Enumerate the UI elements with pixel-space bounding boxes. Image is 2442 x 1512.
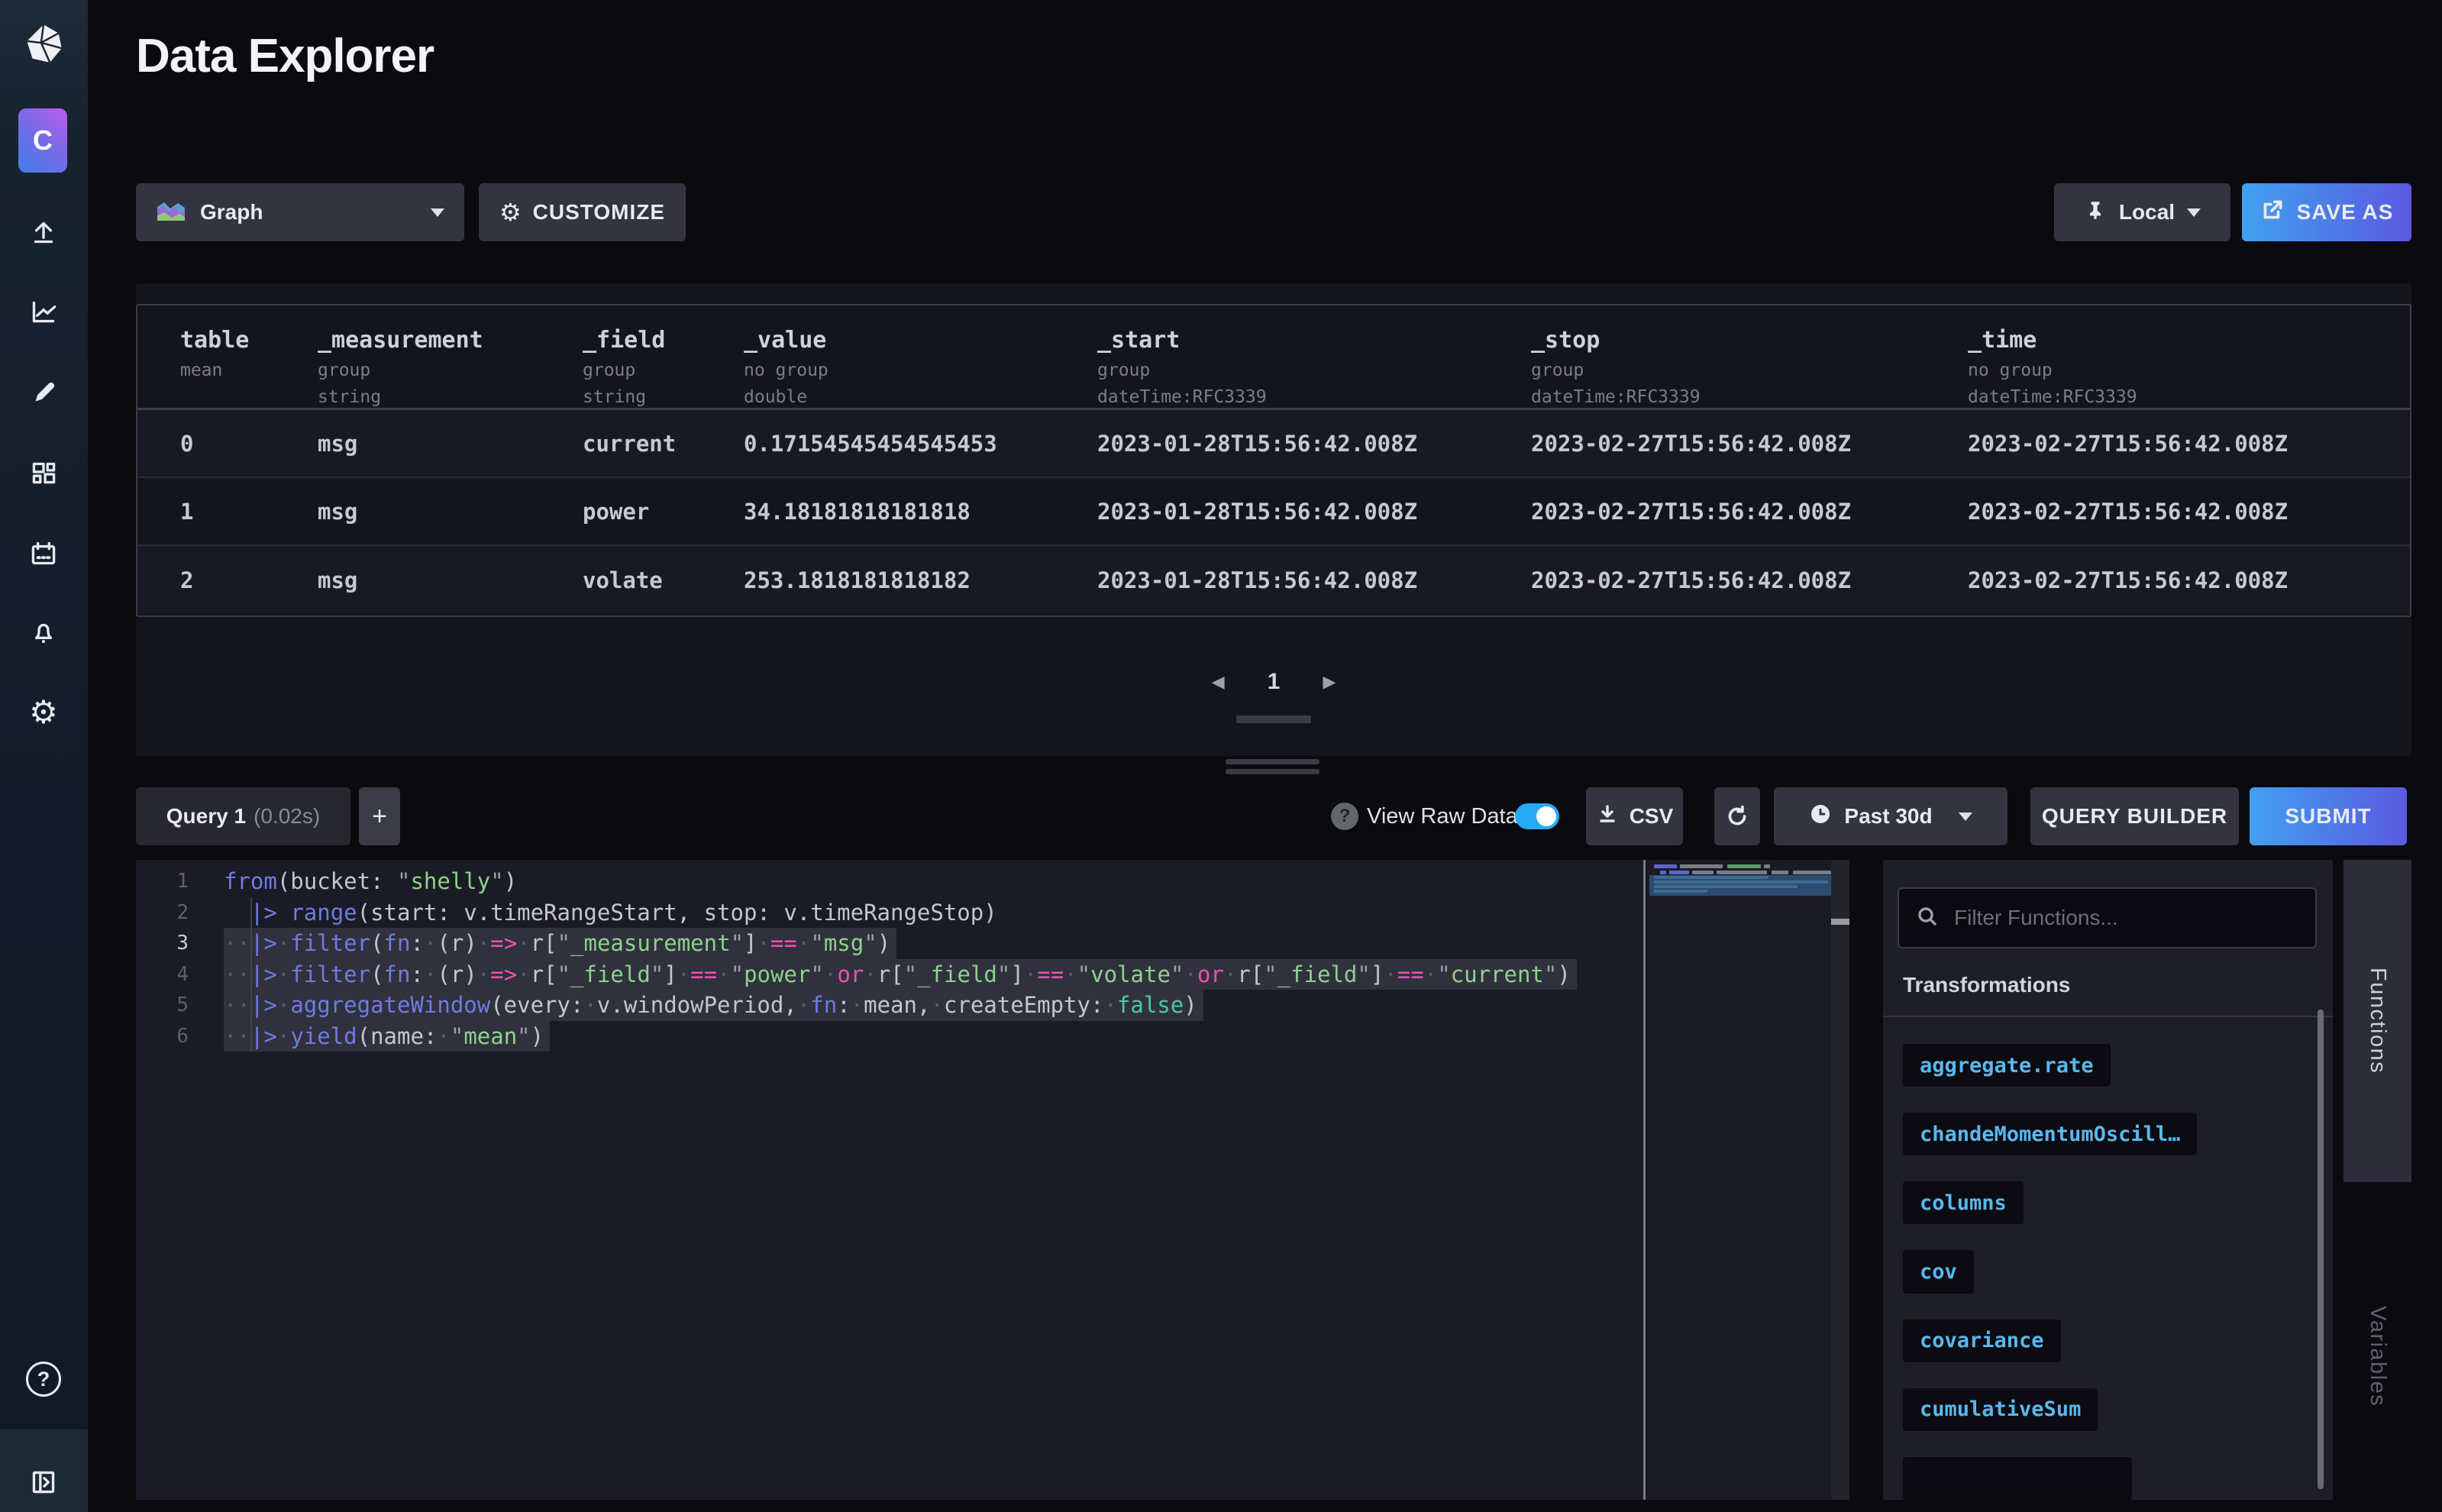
raw-data-help-icon[interactable]: ? [1331,803,1358,830]
sidebar: C ⚙ ? [0,0,88,1512]
raw-table-header: tablemean_measurementgroupstring_fieldgr… [137,305,2410,410]
pagination: ◀ 1 ▶ [136,669,2411,695]
customize-button[interactable]: ⚙ CUSTOMIZE [479,183,686,241]
code-line: 1from(bucket: "shelly") [136,866,1643,897]
code-line: 4··|>·filter(fn:·(r)·=>·r["_field"]·==·"… [136,959,1643,990]
refresh-button[interactable] [1714,787,1760,845]
page-title: Data Explorer [136,29,434,83]
column-header: _valueno groupdouble [744,305,1097,407]
chevron-down-icon [2187,208,2201,217]
pencil-icon[interactable] [26,376,61,411]
functions-list: aggregate.rate chandeMomentumOscill… colum… [1903,1044,2197,1500]
clock-icon [1809,803,1832,831]
visualization-type-dropdown[interactable]: Graph [136,183,464,241]
query-builder-button[interactable]: QUERY BUILDER [2030,787,2239,845]
gear-icon: ⚙ [499,200,522,225]
add-query-button[interactable]: + [359,787,400,845]
function-item[interactable]: columns [1903,1181,2024,1224]
divider [1883,1016,2333,1017]
search-input[interactable] [1954,906,2298,930]
column-header: _timeno groupdateTime:RFC3339 [1968,305,2410,407]
function-item[interactable]: aggregate.rate [1903,1044,2111,1087]
table-row: 1msgpower34.181818181818182023-01-28T15:… [137,478,2410,546]
raw-data-cell: tablemean_measurementgroupstring_fieldgr… [136,283,2411,756]
current-page-number: 1 [1268,669,1281,695]
tab-functions[interactable]: Functions [2343,860,2411,1182]
prev-page-button[interactable]: ◀ [1212,673,1225,692]
bell-icon[interactable] [26,615,61,650]
csv-download-button[interactable]: CSV [1586,787,1683,845]
timezone-dropdown[interactable]: Local [2054,183,2230,241]
functions-category-label: Transformations [1903,973,2070,997]
pane-drag-handle[interactable] [1226,759,1320,779]
save-as-button[interactable]: SAVE AS [2242,183,2411,241]
download-icon [1596,803,1619,831]
line-chart-icon[interactable] [26,294,61,329]
code-line: 6··|>·yield(name:·"mean") [136,1021,1643,1052]
help-icon[interactable]: ? [26,1362,61,1397]
scrollbar-handle[interactable] [1831,919,1849,925]
column-header: _startgroupdateTime:RFC3339 [1097,305,1531,407]
editor-minimap[interactable] [1649,860,1831,1500]
code-line: 3··|>·filter(fn:·(r)·=>·r["_measurement"… [136,928,1643,959]
expand-sidebar-icon[interactable] [26,1465,61,1500]
function-item[interactable] [1903,1457,2132,1500]
function-item[interactable]: cov [1903,1250,1974,1293]
gear-icon[interactable]: ⚙ [26,695,61,730]
calendar-icon[interactable] [26,537,61,572]
query-tab[interactable]: Query 1 (0.02s) [136,787,350,845]
raw-data-table: tablemean_measurementgroupstring_fieldgr… [136,304,2411,617]
flux-code-editor[interactable]: 1from(bucket: "shelly")2 |> range(start:… [136,860,1849,1500]
time-range-dropdown[interactable]: Past 30d [1774,787,2008,845]
chevron-down-icon [1959,813,1972,821]
functions-scrollbar-thumb[interactable] [2318,1010,2324,1489]
upload-icon[interactable] [26,215,61,250]
chevron-down-icon [431,208,444,217]
query-duration: (0.02s) [254,804,320,829]
area-chart-icon [156,198,186,228]
column-header: tablemean [180,305,318,380]
tab-variables[interactable]: Variables [2343,1298,2411,1414]
data-explorer-page: C ⚙ ? Data Explorer [0,0,2442,1512]
editor-minimap-divider[interactable] [1643,860,1646,1500]
view-raw-data-toggle[interactable] [1515,803,1559,829]
code-line: 5··|>·aggregateWindow(every:·v.windowPer… [136,990,1643,1021]
column-header: _stopgroupdateTime:RFC3339 [1531,305,1968,407]
minimap-selection [1649,875,1831,896]
raw-table-body: 0msgcurrent0.171545454545454532023-01-28… [137,410,2410,614]
column-header: _measurementgroupstring [318,305,583,407]
export-icon [2260,198,2285,228]
filter-functions-searchbox[interactable] [1898,887,2317,948]
sidebar-footer [0,1430,88,1512]
pin-icon [2084,199,2107,227]
search-icon [1916,905,1939,932]
influxdb-logo[interactable] [21,21,66,66]
functions-panel: Transformations aggregate.rate chandeMome… [1883,860,2333,1500]
viz-type-label: Graph [200,200,263,225]
view-raw-data-label: View Raw Data [1367,787,1518,845]
function-item[interactable]: covariance [1903,1320,2061,1362]
column-header: _fieldgroupstring [583,305,744,407]
submit-button[interactable]: SUBMIT [2250,787,2407,845]
table-row: 0msgcurrent0.171545454545454532023-01-28… [137,410,2410,478]
editor-scrollbar[interactable] [1831,860,1849,1500]
dashboards-icon[interactable] [26,455,61,490]
org-avatar[interactable]: C [18,108,67,173]
next-page-button[interactable]: ▶ [1323,673,1336,692]
function-item[interactable]: cumulativeSum [1903,1388,2098,1431]
editor-lines: 1from(bucket: "shelly")2 |> range(start:… [136,866,1643,1052]
code-line: 2 |> range(start: v.timeRangeStart, stop… [136,897,1643,929]
function-item[interactable]: chandeMomentumOscill… [1903,1113,2197,1155]
table-row: 2msgvolate253.18181818181822023-01-28T15… [137,546,2410,614]
page-underline [1236,716,1311,723]
